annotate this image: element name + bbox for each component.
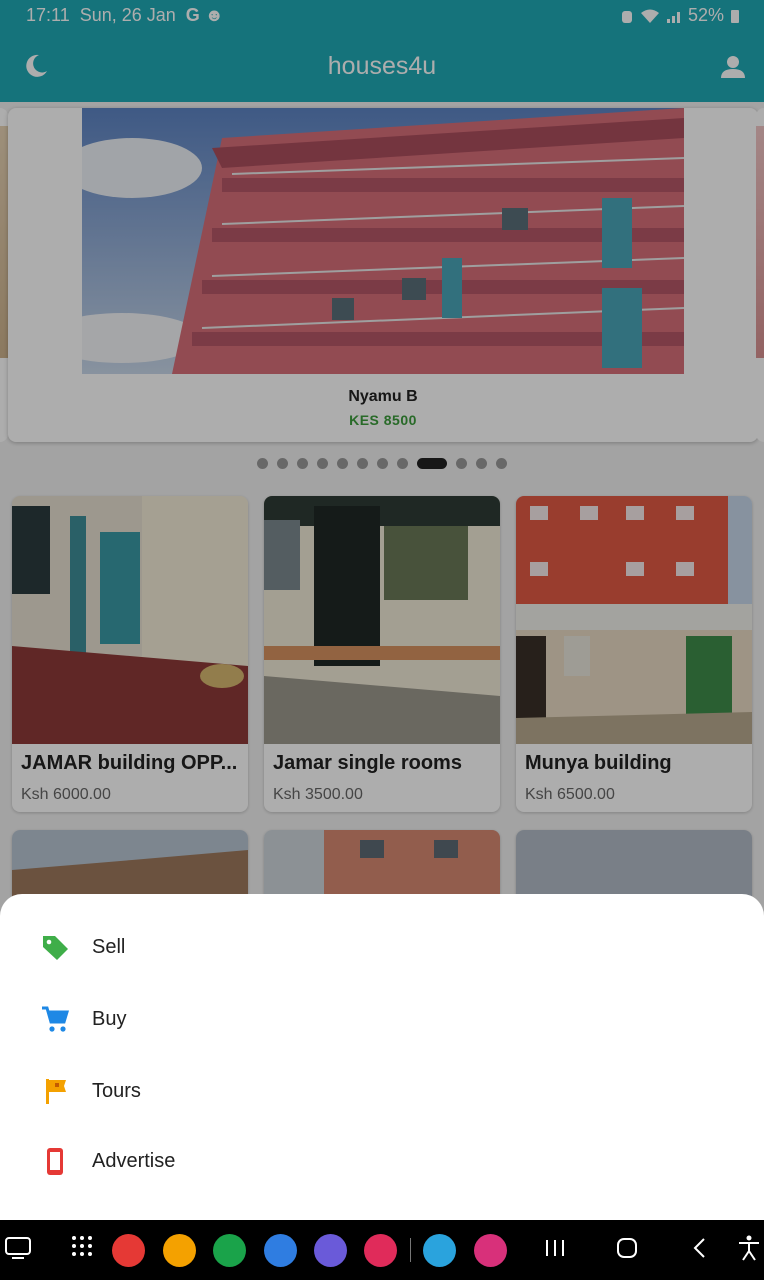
screen: 17:11 Sun, 26 Jan G ☻ 52% houses4u Nyamu…: [0, 0, 764, 1280]
app-icon-red[interactable]: [112, 1234, 145, 1267]
app-drawer-icon[interactable]: [70, 1234, 94, 1258]
desktop-mode-icon[interactable]: [4, 1234, 32, 1262]
sheet-item-tours[interactable]: Tours: [0, 1060, 764, 1122]
sheet-item-sell[interactable]: Sell: [0, 916, 764, 978]
phone-icon: [47, 1148, 63, 1175]
sheet-item-buy[interactable]: Buy: [0, 988, 764, 1050]
recent-apps-icon[interactable]: [544, 1234, 566, 1262]
app-icon-files[interactable]: [163, 1234, 196, 1267]
accessibility-icon[interactable]: [737, 1234, 761, 1262]
back-icon[interactable]: [690, 1234, 710, 1262]
app-icon-camera[interactable]: [364, 1234, 397, 1267]
sheet-item-label: Tours: [92, 1079, 141, 1102]
sheet-item-label: Buy: [92, 1007, 127, 1030]
sheet-item-label: Sell: [92, 935, 126, 958]
actions-bottom-sheet: Sell Buy Tours Advertise: [0, 894, 764, 1220]
sheet-item-label: Advertise: [92, 1149, 176, 1172]
dock-divider: [410, 1238, 411, 1262]
app-icon-messages[interactable]: [264, 1234, 297, 1267]
flag-icon: [46, 1079, 66, 1104]
app-icon-internet[interactable]: [314, 1234, 347, 1267]
sheet-item-advertise[interactable]: Advertise: [0, 1130, 764, 1192]
tag-icon: [43, 936, 68, 960]
app-icon-phone[interactable]: [213, 1234, 246, 1267]
home-icon[interactable]: [615, 1234, 639, 1262]
app-icon-telegram[interactable]: [423, 1234, 456, 1267]
app-icon-flower[interactable]: [474, 1234, 507, 1267]
cart-icon: [42, 1006, 70, 1032]
system-nav-bar: [0, 1220, 764, 1280]
